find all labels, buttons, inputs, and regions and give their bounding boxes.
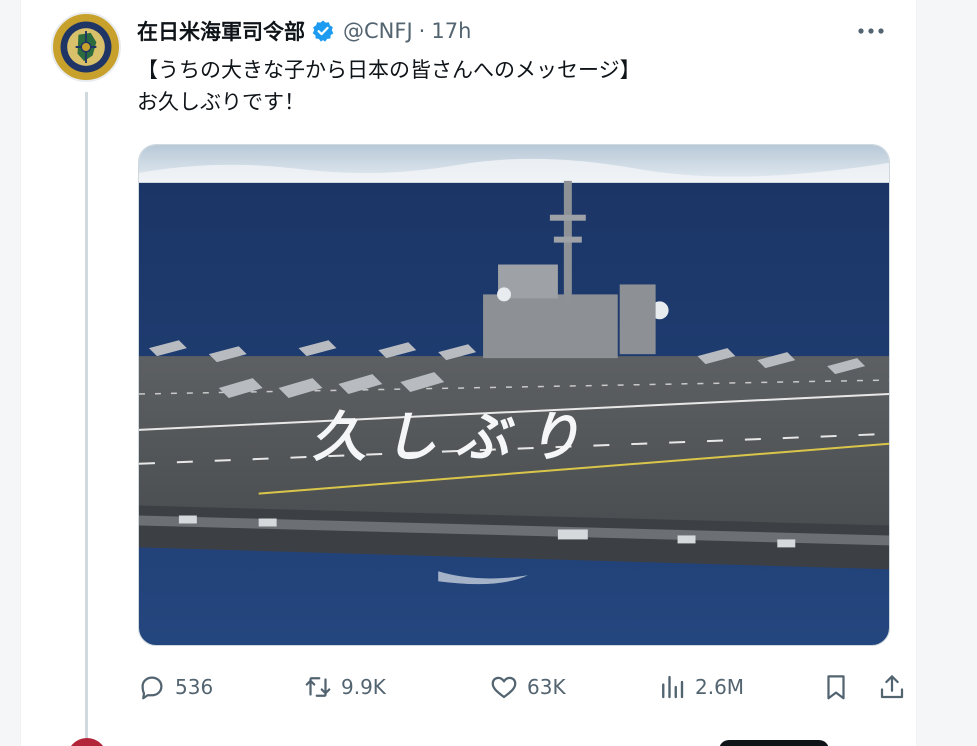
more-button[interactable] xyxy=(849,14,893,48)
next-reply-pill[interactable] xyxy=(719,740,829,746)
next-reply-avatar[interactable] xyxy=(67,738,107,746)
like-button[interactable]: 63K xyxy=(489,664,566,710)
display-name[interactable]: 在日米海軍司令部 xyxy=(137,16,305,46)
bookmark-icon xyxy=(827,675,845,700)
reply-button[interactable]: 536 xyxy=(137,664,213,710)
thread-line xyxy=(85,92,88,738)
aircraft-carrier-photo: 久しぶり xyxy=(139,145,889,645)
tweet-text-line-2: お久しぶりです！ xyxy=(137,90,305,114)
tweet-photo[interactable]: 久しぶり xyxy=(138,144,890,646)
more-icon xyxy=(858,28,884,34)
cnfj-seal-icon xyxy=(53,14,119,80)
repost-count: 9.9K xyxy=(341,675,386,699)
like-icon xyxy=(491,676,517,699)
verified-badge-icon xyxy=(311,19,335,43)
deck-formation-text: 久しぶり xyxy=(309,405,610,468)
reply-icon xyxy=(141,676,163,700)
avatar[interactable] xyxy=(51,12,121,82)
repost-button[interactable]: 9.9K xyxy=(303,664,386,710)
tweet-actions: 536 9.9K 63K 2.6M xyxy=(137,664,904,710)
reply-count: 536 xyxy=(175,675,214,699)
tweet-card[interactable]: 在日米海軍司令部 @CNFJ · 17h 【うちの大きな子から日本の皆さんへのメ… xyxy=(20,0,917,746)
bookmark-button[interactable] xyxy=(821,664,851,710)
timestamp[interactable]: 17h xyxy=(431,19,471,43)
views-button[interactable]: 2.6M xyxy=(657,664,744,710)
separator-dot: · xyxy=(418,19,426,43)
share-icon xyxy=(880,675,904,699)
tweet-text-line-1: 【うちの大きな子から日本の皆さんへのメッセージ】 xyxy=(137,58,641,82)
views-icon xyxy=(662,675,684,699)
tweet-text: 【うちの大きな子から日本の皆さんへのメッセージ】 お久しぶりです！ xyxy=(137,54,897,118)
like-count: 63K xyxy=(527,675,566,699)
tweet-header: 在日米海軍司令部 @CNFJ · 17h xyxy=(137,14,471,48)
share-button[interactable] xyxy=(877,664,907,710)
views-count: 2.6M xyxy=(695,675,745,699)
repost-icon xyxy=(305,677,331,697)
user-handle[interactable]: @CNFJ xyxy=(343,19,413,43)
